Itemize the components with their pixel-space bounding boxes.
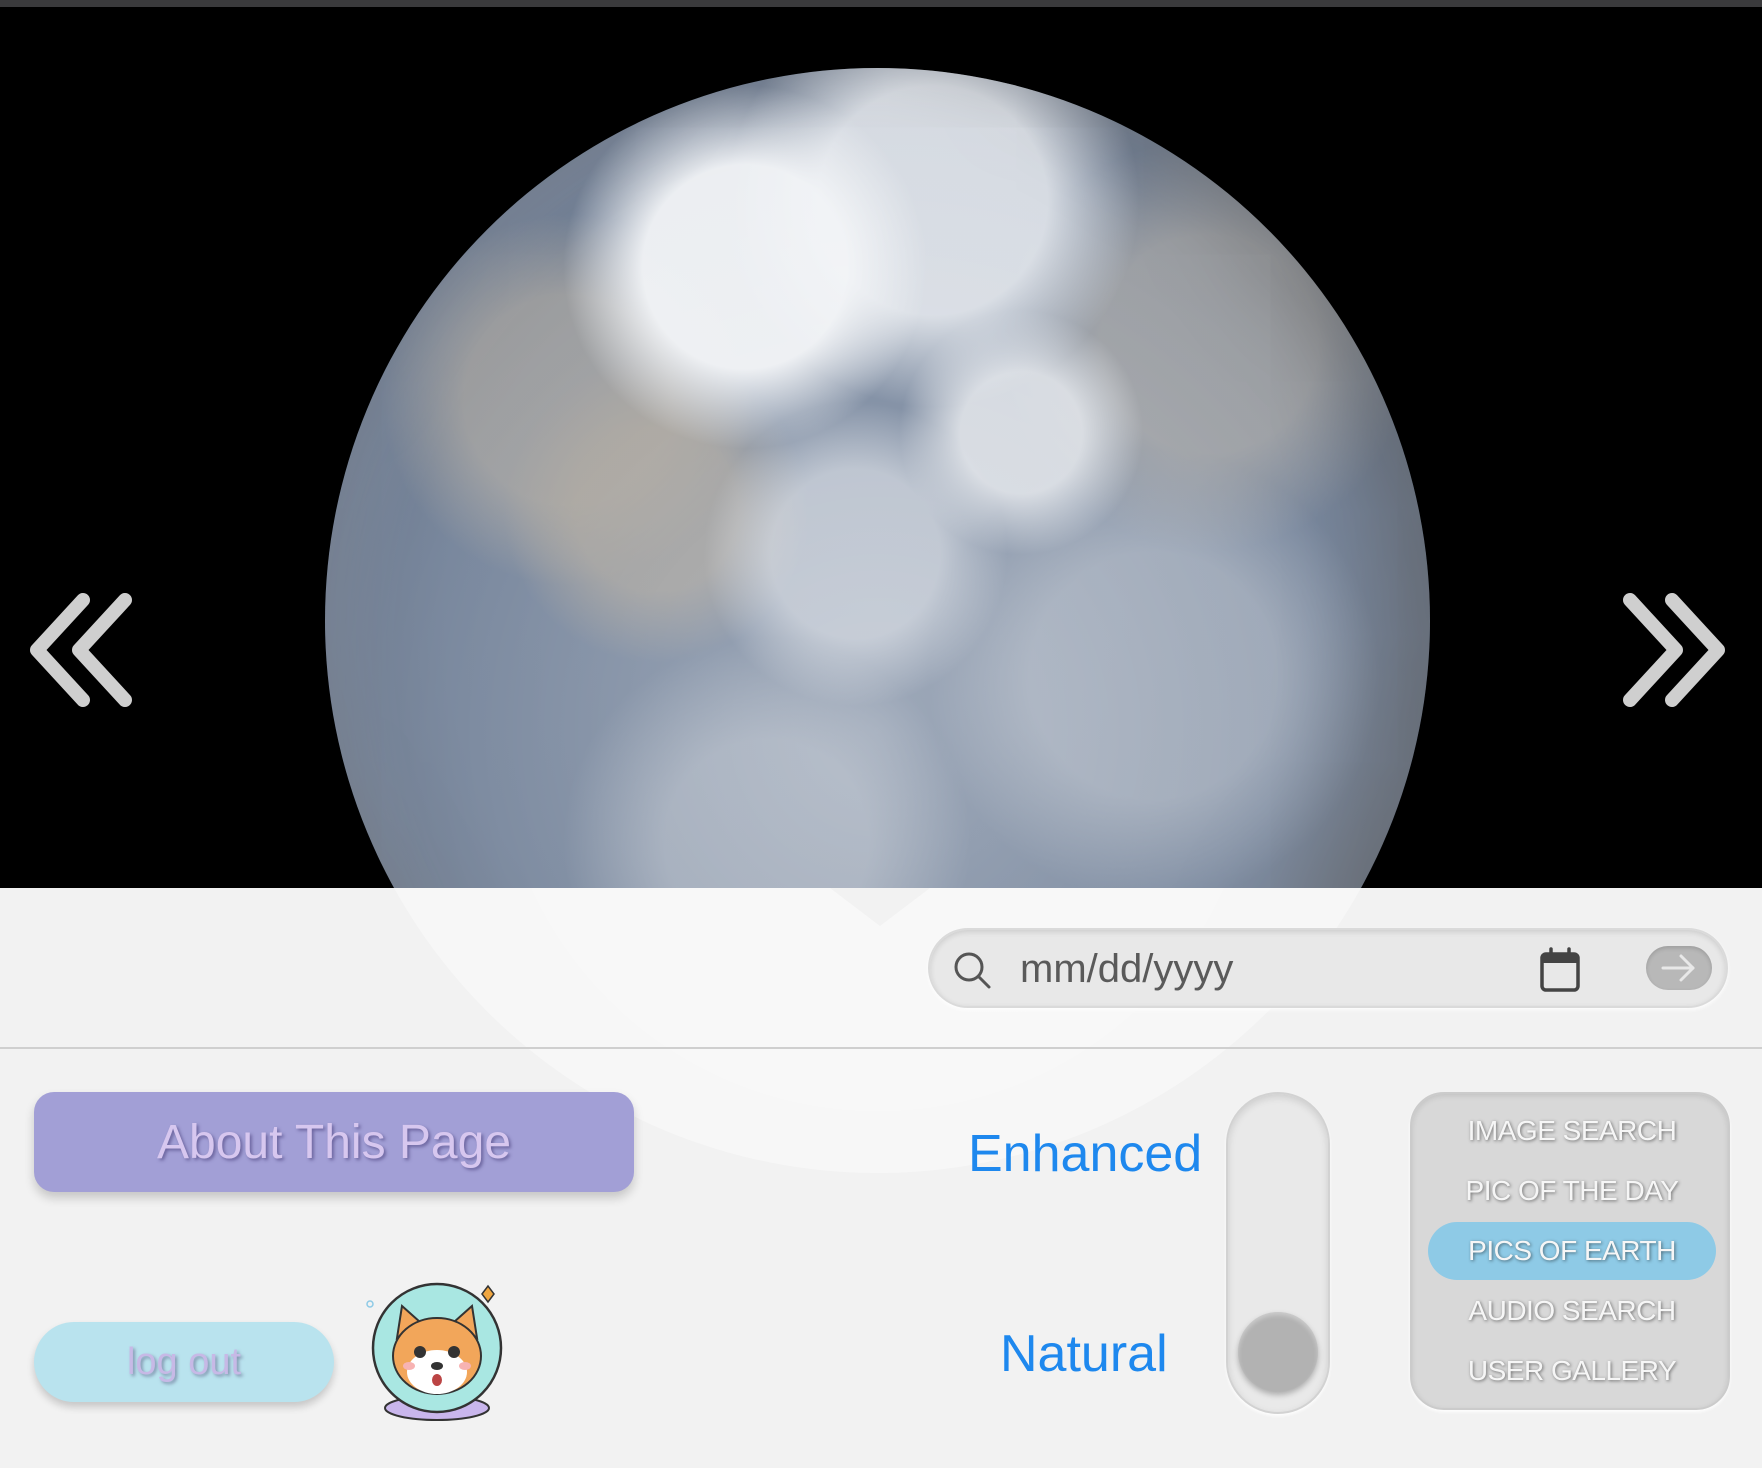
enhanced-option-label[interactable]: Enhanced (968, 1124, 1202, 1184)
date-search-bar (928, 928, 1728, 1008)
search-icon (954, 952, 991, 989)
logout-button[interactable]: log out (34, 1322, 334, 1402)
nav-item-image-search[interactable]: IMAGE SEARCH (1428, 1102, 1716, 1160)
navigation-menu: IMAGE SEARCH PIC OF THE DAY PICS OF EART… (1410, 1092, 1730, 1410)
hero-image-area (0, 7, 1762, 888)
arrow-right-icon (1661, 954, 1695, 982)
control-panel: About This Page log out Enhanced Natural… (0, 68, 1762, 1468)
panel-notch (830, 888, 930, 928)
sun-glint (815, 627, 875, 667)
shiba-astronaut-avatar (366, 1282, 503, 1421)
date-input[interactable] (1020, 944, 1440, 994)
double-chevron-left-icon (30, 593, 132, 707)
nav-item-user-gallery[interactable]: USER GALLERY (1428, 1342, 1716, 1400)
enhanced-natural-toggle[interactable] (1226, 1092, 1330, 1414)
divider (0, 1047, 1762, 1049)
top-bar (0, 0, 1762, 7)
previous-image-button[interactable] (25, 585, 145, 715)
toggle-knob[interactable] (1238, 1312, 1318, 1392)
nav-item-audio-search[interactable]: AUDIO SEARCH (1428, 1282, 1716, 1340)
nav-item-pic-of-the-day[interactable]: PIC OF THE DAY (1428, 1162, 1716, 1220)
about-this-page-button[interactable]: About This Page (34, 1092, 634, 1192)
double-chevron-right-icon (1623, 593, 1725, 707)
search-submit-button[interactable] (1646, 946, 1712, 990)
calendar-icon[interactable] (1538, 946, 1582, 994)
next-image-button[interactable] (1610, 585, 1730, 715)
natural-option-label[interactable]: Natural (1000, 1324, 1168, 1384)
nav-item-pics-of-earth[interactable]: PICS OF EARTH (1428, 1222, 1716, 1280)
